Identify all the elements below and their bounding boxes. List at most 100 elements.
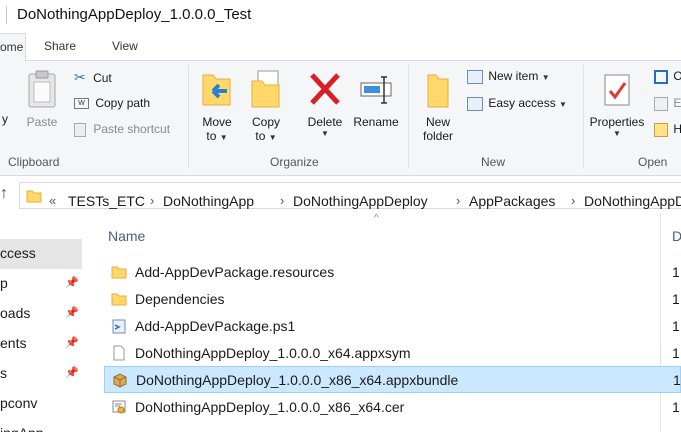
file-icon [113,345,125,361]
organize-group-label: Organize [270,155,319,169]
history-label: H [673,122,681,136]
nav-item-documents[interactable]: ents 📌 [0,329,82,359]
cut-button[interactable]: ✂ Cut [74,69,112,86]
copy-to-button[interactable]: Copy to ▼ [246,69,286,143]
nav-item-quick-access[interactable]: ccess [0,239,82,269]
ribbon-separator [583,65,584,169]
paste-shortcut-icon [74,122,86,137]
certificate-icon [112,400,126,414]
rename-icon [360,76,392,104]
tab-share[interactable]: Share [44,33,76,61]
open-group-label: Open [638,155,668,169]
address-bar[interactable]: « TESTs_ETC › DoNothingApp › DoNothingAp… [19,182,681,209]
overflow-chevron[interactable]: « [49,193,56,208]
file-date: 1 [672,345,680,361]
edit-icon [654,96,668,111]
address-bar-row: ↑ « TESTs_ETC › DoNothingApp › DoNothing… [0,177,681,213]
file-row[interactable]: Add-AppDevPackage.resources 1 [104,259,681,286]
file-row[interactable]: Add-AppDevPackage.ps1 1 [104,313,681,340]
open-label: O [673,69,681,83]
clipboard-icon [28,70,56,108]
paste-button-label: Paste [26,115,58,129]
easy-access-button[interactable]: Easy access ▼ [467,96,567,111]
paste-button[interactable]: Paste [22,69,62,129]
edit-button[interactable]: E [654,96,681,111]
up-arrow-icon[interactable]: ↑ [0,185,8,203]
package-icon [113,373,127,388]
open-icon [654,69,668,84]
breadcrumb-separator: › [150,193,155,208]
nav-item-appconv[interactable]: pconv [0,389,82,419]
breadcrumb-separator: › [280,193,285,208]
cut-button-label: Cut [93,71,112,85]
move-to-button[interactable]: Move to ▼ [197,69,237,143]
nav-item-label: pconv [0,395,38,411]
column-header-date[interactable]: D [672,228,681,244]
navigation-pane: ccess p 📌 oads 📌 ents 📌 s 📌 pconv ingApp [0,213,92,432]
history-button[interactable]: H [654,122,681,137]
open-button[interactable]: O [654,69,681,84]
file-row[interactable]: DoNothingAppDeploy_1.0.0.0_x86_x64.cer 1 [104,394,681,421]
edit-label: E [673,96,681,110]
history-icon [654,122,668,137]
file-row[interactable]: DoNothingAppDeploy_1.0.0.0_x86_x64.appxb… [104,366,681,393]
pin-icon: 📌 [65,337,79,349]
file-name: DoNothingAppDeploy_1.0.0.0_x64.appxsym [135,345,411,361]
rename-button[interactable]: Rename [352,69,400,129]
file-list: ^ Name D Add-AppDevPackage.resources 1 D… [92,213,681,432]
nav-item-pictures[interactable]: s 📌 [0,359,82,389]
chevron-down-icon: ▼ [559,100,567,109]
breadcrumb-donothingapp[interactable]: DoNothingApp [163,193,254,209]
nav-item-donothingapp[interactable]: ingApp [0,419,82,432]
new-folder-icon [427,74,449,108]
properties-button[interactable]: Properties ▼ [586,69,648,138]
properties-label: Properties [589,115,645,129]
new-item-button[interactable]: New item ▼ [467,69,550,84]
nav-item-label: ccess [0,245,36,261]
file-date: 1 [672,291,680,307]
tab-view[interactable]: View [112,33,138,61]
titlebar-separator [6,6,7,24]
file-row[interactable]: Dependencies 1 [104,286,681,313]
copy-path-icon: W [74,98,89,110]
move-to-label: Move [202,115,232,129]
copy-path-button-label: Copy path [95,96,151,110]
breadcrumb-donothingappd[interactable]: DoNothingAppD [584,193,681,209]
nav-item-desktop[interactable]: p 📌 [0,269,82,299]
new-folder-button[interactable]: New folder [417,69,459,143]
pin-icon: 📌 [65,277,79,289]
copy-to-label-line2: to ▼ [246,129,286,143]
file-date: 1 [672,264,680,280]
breadcrumb-apppackages[interactable]: AppPackages [469,193,555,209]
easy-access-label: Easy access [488,96,556,110]
file-date: 1 [672,318,680,334]
file-name: Add-AppDevPackage.ps1 [135,318,296,334]
file-date: 1 [672,399,680,415]
tab-home[interactable]: ome [0,33,26,62]
copy-to-folder-icon [251,70,280,108]
nav-item-downloads[interactable]: oads 📌 [0,299,82,329]
chevron-down-icon: ▼ [268,133,277,142]
file-name: Dependencies [135,291,225,307]
folder-icon [111,293,127,306]
new-item-icon [467,69,483,84]
breadcrumb-separator: › [571,193,576,208]
file-name: DoNothingAppDeploy_1.0.0.0_x86_x64.appxb… [136,372,459,388]
folder-icon [111,266,127,279]
breadcrumb-donothingappdeploy[interactable]: DoNothingAppDeploy [293,193,428,209]
paste-shortcut-button[interactable]: Paste shortcut [74,122,170,137]
column-header-name[interactable]: Name [108,228,145,244]
breadcrumb-tests-etc[interactable]: TESTs_ETC [68,193,145,209]
new-folder-label-line2: folder [422,129,454,143]
file-name: Add-AppDevPackage.resources [135,264,335,280]
delete-button[interactable]: Delete ▼ [304,69,346,138]
new-item-label: New item [488,69,539,83]
file-row[interactable]: DoNothingAppDeploy_1.0.0.0_x64.appxsym 1 [104,340,681,367]
title-bar: DoNothingAppDeploy_1.0.0.0_Test [0,0,681,33]
copy-path-button[interactable]: W Copy path [74,96,150,110]
copy-button[interactable]: y [0,71,10,126]
nav-item-label: s [0,365,7,381]
new-group-label: New [481,155,506,169]
powershell-script-icon [112,319,126,334]
copy-to-label: Copy [251,115,280,129]
